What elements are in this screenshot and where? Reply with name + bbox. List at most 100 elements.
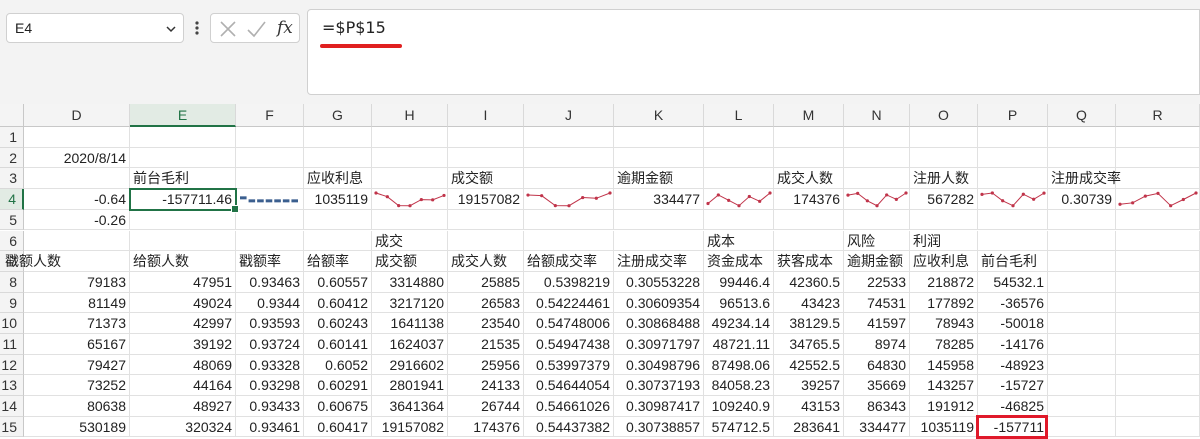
row-header-10[interactable]: 10 (0, 313, 24, 334)
grid-cell[interactable] (524, 127, 614, 148)
grid-cell[interactable] (614, 209, 704, 231)
row-header-2[interactable]: 2 (0, 147, 24, 169)
grid-cell[interactable] (614, 147, 704, 169)
row-header-8[interactable]: 8 (0, 271, 24, 293)
grid-cell[interactable] (910, 147, 978, 169)
grid-cell[interactable] (704, 127, 774, 148)
grid-cell[interactable] (304, 209, 372, 231)
row-header-14[interactable]: 14 (0, 396, 24, 417)
grid-cell[interactable] (236, 127, 304, 148)
grid-cell[interactable] (1048, 292, 1116, 314)
grid-cell[interactable] (448, 230, 524, 252)
grid-cell[interactable] (1116, 127, 1200, 148)
row-header-13[interactable]: 13 (0, 375, 24, 397)
grid-cell[interactable] (130, 230, 236, 252)
column-header-g[interactable]: G (304, 104, 372, 127)
grid-cell[interactable] (1116, 334, 1200, 355)
grid-cell[interactable] (1048, 313, 1116, 334)
grid-cell[interactable] (978, 209, 1048, 231)
grid-cell[interactable] (130, 147, 236, 169)
spreadsheet-grid[interactable]: D E F G H I J K L M N O P Q R 1 2 3 4 5 6 7 8 9 10 11 12 13 14 15 2020… (0, 0, 1200, 439)
grid-cell[interactable] (1048, 416, 1116, 438)
grid-cell[interactable] (1116, 354, 1200, 376)
grid-cell[interactable] (448, 147, 524, 169)
grid-cell[interactable] (614, 230, 704, 252)
grid-cell[interactable] (978, 147, 1048, 169)
grid-cell[interactable] (24, 168, 130, 190)
grid-cell[interactable] (978, 127, 1048, 148)
grid-cell[interactable] (1048, 147, 1116, 169)
grid-cell[interactable] (236, 230, 304, 252)
grid-cell[interactable] (910, 209, 978, 231)
row-header-11[interactable]: 11 (0, 334, 24, 355)
grid-cell[interactable] (774, 230, 844, 252)
column-header-l[interactable]: L (704, 104, 774, 127)
grid-cell[interactable] (1048, 354, 1116, 376)
grid-cell[interactable] (774, 147, 844, 169)
grid-cell[interactable] (1116, 396, 1200, 417)
column-header-r[interactable]: R (1116, 104, 1200, 127)
row-header-1[interactable]: 1 (0, 127, 24, 148)
column-header-d[interactable]: D (24, 104, 130, 127)
row-header-5[interactable]: 5 (0, 209, 24, 231)
grid-cell[interactable] (24, 230, 130, 252)
column-header-j[interactable]: J (524, 104, 614, 127)
row-header-12[interactable]: 12 (0, 354, 24, 376)
grid-cell[interactable] (304, 230, 372, 252)
grid-cell[interactable] (1048, 127, 1116, 148)
grid-cell[interactable] (448, 209, 524, 231)
grid-cell[interactable] (130, 209, 236, 231)
grid-cell[interactable] (1116, 375, 1200, 397)
grid-cell[interactable] (978, 230, 1048, 252)
grid-cell[interactable] (704, 147, 774, 169)
grid-cell[interactable] (448, 127, 524, 148)
grid-cell[interactable] (1116, 168, 1200, 190)
grid-cell[interactable] (1116, 147, 1200, 169)
fill-handle[interactable] (231, 204, 239, 213)
grid-cell[interactable] (774, 209, 844, 231)
grid-cell[interactable] (524, 230, 614, 252)
grid-cell[interactable] (304, 127, 372, 148)
column-header-q[interactable]: Q (1048, 104, 1116, 127)
grid-cell[interactable] (372, 168, 448, 190)
grid-cell[interactable] (372, 127, 448, 148)
grid-cell[interactable] (844, 127, 910, 148)
row-header-9[interactable]: 9 (0, 292, 24, 314)
column-header-e[interactable]: E (130, 104, 236, 127)
grid-cell[interactable] (236, 209, 304, 231)
grid-cell[interactable] (704, 168, 774, 190)
grid-cell[interactable] (524, 168, 614, 190)
column-header-m[interactable]: M (774, 104, 844, 127)
column-header-n[interactable]: N (844, 104, 910, 127)
column-header-h[interactable]: H (372, 104, 448, 127)
row-header-4[interactable]: 4 (0, 189, 24, 210)
grid-cell[interactable] (844, 147, 910, 169)
grid-cell[interactable] (304, 147, 372, 169)
grid-cell[interactable] (844, 168, 910, 190)
grid-cell[interactable] (1048, 230, 1116, 252)
grid-cell[interactable] (524, 209, 614, 231)
grid-cell[interactable] (1116, 251, 1200, 272)
grid-cell[interactable] (1048, 271, 1116, 293)
grid-cell[interactable] (236, 168, 304, 190)
grid-cell[interactable] (130, 127, 236, 148)
column-header-f[interactable]: F (236, 104, 304, 127)
column-header-o[interactable]: O (910, 104, 978, 127)
grid-cell[interactable] (1048, 251, 1116, 272)
grid-cell[interactable] (1116, 209, 1200, 231)
grid-cell[interactable] (24, 127, 130, 148)
grid-cell[interactable] (372, 147, 448, 169)
grid-cell[interactable] (910, 127, 978, 148)
grid-cell[interactable] (774, 127, 844, 148)
grid-cell[interactable] (1116, 271, 1200, 293)
grid-cell[interactable] (978, 168, 1048, 190)
column-header-k[interactable]: K (614, 104, 704, 127)
grid-cell[interactable] (1116, 292, 1200, 314)
grid-cell[interactable] (236, 147, 304, 169)
row-header-3[interactable]: 3 (0, 168, 24, 190)
grid-cell[interactable] (1116, 416, 1200, 438)
grid-cell[interactable] (614, 127, 704, 148)
row-header-6[interactable]: 6 (0, 230, 24, 252)
grid-cell[interactable] (1116, 230, 1200, 252)
grid-cell[interactable] (1048, 375, 1116, 397)
